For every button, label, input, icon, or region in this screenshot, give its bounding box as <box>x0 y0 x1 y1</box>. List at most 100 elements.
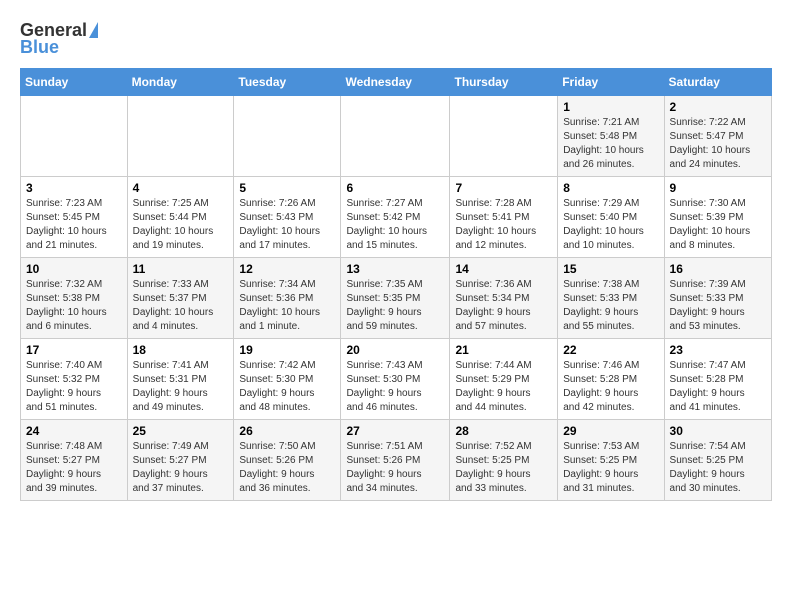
calendar-cell: 26 Sunrise: 7:50 AM Sunset: 5:26 PM Dayli… <box>234 420 341 501</box>
weekday-header-saturday: Saturday <box>664 69 771 96</box>
calendar-cell: 10 Sunrise: 7:32 AM Sunset: 5:38 PM Dayli… <box>21 258 128 339</box>
day-number: 29 <box>563 424 658 438</box>
day-info: Sunrise: 7:51 AM Sunset: 5:26 PM Dayligh… <box>346 440 444 496</box>
calendar-cell: 24 Sunrise: 7:48 AM Sunset: 5:27 PM Dayli… <box>21 420 128 501</box>
day-info: Sunrise: 7:52 AM Sunset: 5:25 PM Dayligh… <box>455 440 552 496</box>
calendar-cell: 9Sunrise: 7:30 AM Sunset: 5:39 PM Daylig… <box>664 177 771 258</box>
day-number: 24 <box>26 424 122 438</box>
day-info: Sunrise: 7:23 AM Sunset: 5:45 PM Dayligh… <box>26 197 122 253</box>
day-number: 10 <box>26 262 122 276</box>
day-info: Sunrise: 7:48 AM Sunset: 5:27 PM Dayligh… <box>26 440 122 496</box>
day-info: Sunrise: 7:40 AM Sunset: 5:32 PM Dayligh… <box>26 359 122 415</box>
calendar-cell <box>341 96 450 177</box>
day-number: 14 <box>455 262 552 276</box>
day-info: Sunrise: 7:35 AM Sunset: 5:35 PM Dayligh… <box>346 278 444 334</box>
day-number: 22 <box>563 343 658 357</box>
day-info: Sunrise: 7:34 AM Sunset: 5:36 PM Dayligh… <box>239 278 335 334</box>
day-info: Sunrise: 7:54 AM Sunset: 5:25 PM Dayligh… <box>670 440 766 496</box>
day-info: Sunrise: 7:33 AM Sunset: 5:37 PM Dayligh… <box>133 278 229 334</box>
day-info: Sunrise: 7:27 AM Sunset: 5:42 PM Dayligh… <box>346 197 444 253</box>
day-info: Sunrise: 7:28 AM Sunset: 5:41 PM Dayligh… <box>455 197 552 253</box>
day-number: 4 <box>133 181 229 195</box>
calendar-table: SundayMondayTuesdayWednesdayThursdayFrid… <box>20 68 772 501</box>
calendar-cell: 30Sunrise: 7:54 AM Sunset: 5:25 PM Dayli… <box>664 420 771 501</box>
calendar-cell: 16 Sunrise: 7:39 AM Sunset: 5:33 PM Dayli… <box>664 258 771 339</box>
weekday-header-monday: Monday <box>127 69 234 96</box>
calendar-cell: 3 Sunrise: 7:23 AM Sunset: 5:45 PM Daylig… <box>21 177 128 258</box>
calendar-cell: 18 Sunrise: 7:41 AM Sunset: 5:31 PM Dayli… <box>127 339 234 420</box>
calendar-cell: 27Sunrise: 7:51 AM Sunset: 5:26 PM Dayli… <box>341 420 450 501</box>
week-row-5: 24 Sunrise: 7:48 AM Sunset: 5:27 PM Dayli… <box>21 420 772 501</box>
day-number: 21 <box>455 343 552 357</box>
day-info: Sunrise: 7:47 AM Sunset: 5:28 PM Dayligh… <box>670 359 766 415</box>
calendar-cell: 14 Sunrise: 7:36 AM Sunset: 5:34 PM Dayli… <box>450 258 558 339</box>
day-info: Sunrise: 7:22 AM Sunset: 5:47 PM Dayligh… <box>670 116 766 172</box>
day-info: Sunrise: 7:53 AM Sunset: 5:25 PM Dayligh… <box>563 440 658 496</box>
weekday-header-tuesday: Tuesday <box>234 69 341 96</box>
day-info: Sunrise: 7:38 AM Sunset: 5:33 PM Dayligh… <box>563 278 658 334</box>
day-info: Sunrise: 7:39 AM Sunset: 5:33 PM Dayligh… <box>670 278 766 334</box>
calendar-cell: 7 Sunrise: 7:28 AM Sunset: 5:41 PM Daylig… <box>450 177 558 258</box>
week-row-1: 1 Sunrise: 7:21 AM Sunset: 5:48 PM Daylig… <box>21 96 772 177</box>
calendar-cell: 5 Sunrise: 7:26 AM Sunset: 5:43 PM Daylig… <box>234 177 341 258</box>
day-info: Sunrise: 7:50 AM Sunset: 5:26 PM Dayligh… <box>239 440 335 496</box>
calendar-cell: 25 Sunrise: 7:49 AM Sunset: 5:27 PM Dayli… <box>127 420 234 501</box>
weekday-header-wednesday: Wednesday <box>341 69 450 96</box>
calendar-cell: 17 Sunrise: 7:40 AM Sunset: 5:32 PM Dayli… <box>21 339 128 420</box>
weekday-header-thursday: Thursday <box>450 69 558 96</box>
calendar-cell: 8 Sunrise: 7:29 AM Sunset: 5:40 PM Daylig… <box>558 177 664 258</box>
day-number: 28 <box>455 424 552 438</box>
calendar-cell: 4 Sunrise: 7:25 AM Sunset: 5:44 PM Daylig… <box>127 177 234 258</box>
day-number: 25 <box>133 424 229 438</box>
day-info: Sunrise: 7:44 AM Sunset: 5:29 PM Dayligh… <box>455 359 552 415</box>
calendar-cell: 19Sunrise: 7:42 AM Sunset: 5:30 PM Dayli… <box>234 339 341 420</box>
day-number: 9 <box>670 181 766 195</box>
day-number: 6 <box>346 181 444 195</box>
calendar-cell: 15 Sunrise: 7:38 AM Sunset: 5:33 PM Dayli… <box>558 258 664 339</box>
day-info: Sunrise: 7:21 AM Sunset: 5:48 PM Dayligh… <box>563 116 658 172</box>
calendar-cell: 13 Sunrise: 7:35 AM Sunset: 5:35 PM Dayli… <box>341 258 450 339</box>
day-number: 18 <box>133 343 229 357</box>
day-number: 26 <box>239 424 335 438</box>
day-info: Sunrise: 7:46 AM Sunset: 5:28 PM Dayligh… <box>563 359 658 415</box>
day-number: 8 <box>563 181 658 195</box>
day-info: Sunrise: 7:41 AM Sunset: 5:31 PM Dayligh… <box>133 359 229 415</box>
day-info: Sunrise: 7:32 AM Sunset: 5:38 PM Dayligh… <box>26 278 122 334</box>
calendar-cell <box>21 96 128 177</box>
week-row-4: 17 Sunrise: 7:40 AM Sunset: 5:32 PM Dayli… <box>21 339 772 420</box>
weekday-header-sunday: Sunday <box>21 69 128 96</box>
day-number: 5 <box>239 181 335 195</box>
day-info: Sunrise: 7:25 AM Sunset: 5:44 PM Dayligh… <box>133 197 229 253</box>
calendar-cell <box>234 96 341 177</box>
calendar-cell: 28 Sunrise: 7:52 AM Sunset: 5:25 PM Dayli… <box>450 420 558 501</box>
calendar-cell: 1 Sunrise: 7:21 AM Sunset: 5:48 PM Daylig… <box>558 96 664 177</box>
day-number: 13 <box>346 262 444 276</box>
day-number: 20 <box>346 343 444 357</box>
day-number: 16 <box>670 262 766 276</box>
day-info: Sunrise: 7:43 AM Sunset: 5:30 PM Dayligh… <box>346 359 444 415</box>
day-number: 17 <box>26 343 122 357</box>
day-number: 11 <box>133 262 229 276</box>
day-info: Sunrise: 7:26 AM Sunset: 5:43 PM Dayligh… <box>239 197 335 253</box>
calendar-cell: 11 Sunrise: 7:33 AM Sunset: 5:37 PM Dayli… <box>127 258 234 339</box>
day-info: Sunrise: 7:29 AM Sunset: 5:40 PM Dayligh… <box>563 197 658 253</box>
calendar-cell: 21 Sunrise: 7:44 AM Sunset: 5:29 PM Dayli… <box>450 339 558 420</box>
day-number: 1 <box>563 100 658 114</box>
page-header: General Blue <box>20 20 772 58</box>
day-info: Sunrise: 7:49 AM Sunset: 5:27 PM Dayligh… <box>133 440 229 496</box>
logo: General Blue <box>20 20 98 58</box>
calendar-cell: 12Sunrise: 7:34 AM Sunset: 5:36 PM Dayli… <box>234 258 341 339</box>
day-info: Sunrise: 7:36 AM Sunset: 5:34 PM Dayligh… <box>455 278 552 334</box>
calendar-cell: 22 Sunrise: 7:46 AM Sunset: 5:28 PM Dayli… <box>558 339 664 420</box>
weekday-header-row: SundayMondayTuesdayWednesdayThursdayFrid… <box>21 69 772 96</box>
day-number: 2 <box>670 100 766 114</box>
calendar-cell: 2 Sunrise: 7:22 AM Sunset: 5:47 PM Daylig… <box>664 96 771 177</box>
day-number: 15 <box>563 262 658 276</box>
calendar-cell: 6 Sunrise: 7:27 AM Sunset: 5:42 PM Daylig… <box>341 177 450 258</box>
day-number: 3 <box>26 181 122 195</box>
calendar-cell <box>450 96 558 177</box>
week-row-2: 3 Sunrise: 7:23 AM Sunset: 5:45 PM Daylig… <box>21 177 772 258</box>
day-number: 7 <box>455 181 552 195</box>
calendar-cell <box>127 96 234 177</box>
day-number: 19 <box>239 343 335 357</box>
